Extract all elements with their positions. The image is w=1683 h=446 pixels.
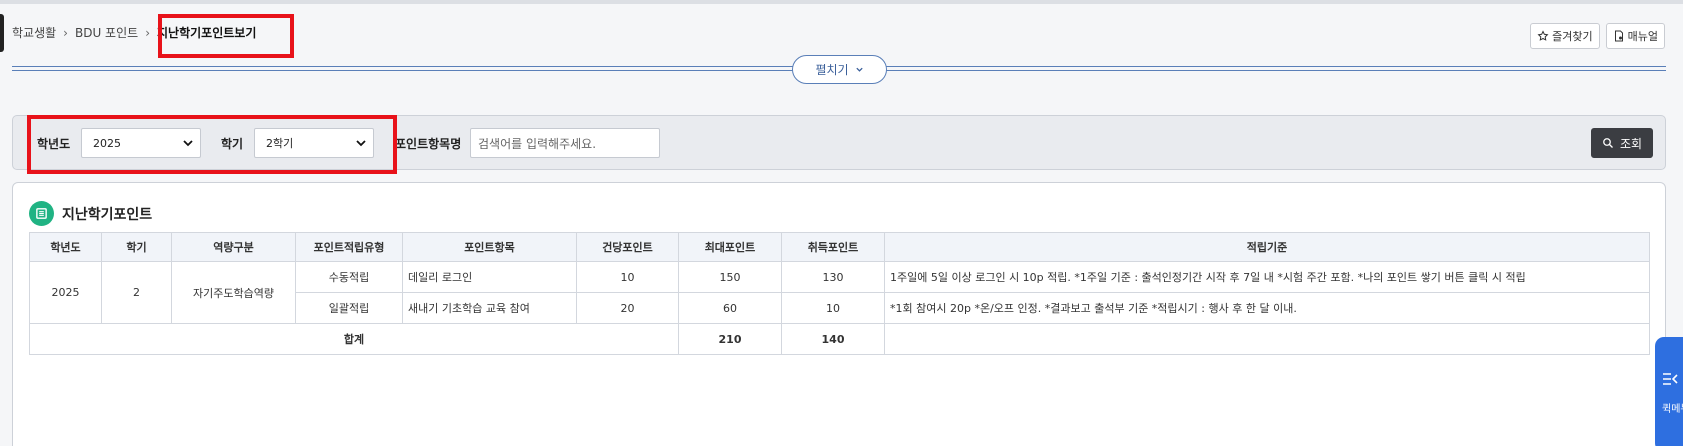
- points-table: 학년도 학기 역량구분 포인트적립유형 포인트항목 건당포인트 최대포인트 취득…: [29, 232, 1650, 355]
- col-header-year: 학년도: [29, 232, 102, 262]
- cell-type: 수동적립: [295, 261, 403, 293]
- cell-criteria: 1주일에 5일 이상 로그인 시 10p 적립. *1주일 기준 : 출석인정기…: [884, 261, 1650, 293]
- cell-criteria: *1회 참여시 20p *온/오프 인정. *결과보고 출석부 기준 *적립시기…: [884, 292, 1650, 324]
- top-actions: 즐겨찾기 매뉴얼: [1530, 23, 1665, 49]
- quick-menu-label: 퀵메뉴: [1662, 404, 1683, 415]
- star-icon: [1537, 30, 1549, 41]
- cell-semester: 2: [101, 261, 172, 324]
- col-header-item: 포인트항목: [402, 232, 577, 262]
- expand-label: 펼치기: [815, 63, 849, 77]
- col-header-per-point: 건당포인트: [576, 232, 679, 262]
- breadcrumb-item-school-life[interactable]: 학교생활: [12, 24, 56, 41]
- cell-per-point: 10: [576, 261, 679, 293]
- table-header-row: 학년도 학기 역량구분 포인트적립유형 포인트항목 건당포인트 최대포인트 취득…: [29, 232, 1650, 262]
- chevron-right-icon: ›: [63, 25, 68, 40]
- col-header-earned: 취득포인트: [781, 232, 885, 262]
- point-item-search-input[interactable]: 검색어를 입력해주세요.: [470, 128, 660, 158]
- cell-max-point: 150: [678, 261, 782, 293]
- cell-competency: 자기주도학습역량: [171, 261, 296, 324]
- table-total-row: 합계 210 140: [29, 323, 1650, 355]
- last-semester-points-card: 지난학기포인트 학년도 학기 역량구분 포인트적립유형 포인트항목 건당포인트 …: [12, 182, 1666, 446]
- chevron-down-icon: [855, 67, 863, 72]
- document-gear-icon: [1614, 30, 1623, 42]
- cell-item: 데일리 로그인: [402, 261, 577, 293]
- search-button-label: 조회: [1619, 136, 1643, 151]
- col-header-semester: 학기: [101, 232, 172, 262]
- favorite-button[interactable]: 즐겨찾기: [1530, 23, 1600, 49]
- book-icon: [29, 201, 54, 226]
- card-header: 지난학기포인트: [29, 201, 152, 226]
- quick-menu-button[interactable]: 퀵메뉴: [1655, 337, 1683, 446]
- point-item-label: 포인트항목명: [395, 137, 462, 151]
- total-label: 합계: [29, 323, 679, 355]
- cell-type: 일괄적립: [295, 292, 403, 324]
- cell-per-point: 20: [576, 292, 679, 324]
- breadcrumb-item-bdu-point[interactable]: BDU 포인트: [75, 24, 138, 41]
- col-header-type: 포인트적립유형: [295, 232, 403, 262]
- cell-earned: 130: [781, 261, 885, 293]
- col-header-competency: 역량구분: [171, 232, 296, 262]
- total-criteria-empty: [884, 323, 1650, 355]
- total-earned: 140: [781, 323, 885, 355]
- search-icon: [1603, 138, 1613, 148]
- cell-item: 새내기 기초학습 교육 참여: [402, 292, 577, 324]
- search-button[interactable]: 조회: [1591, 128, 1653, 158]
- favorite-label: 즐겨찾기: [1552, 30, 1593, 43]
- highlight-box-filter: [27, 115, 397, 174]
- manual-label: 매뉴얼: [1627, 30, 1658, 43]
- menu-collapse-icon: [1663, 373, 1678, 385]
- cell-year: 2025: [29, 261, 102, 324]
- expand-button[interactable]: 펼치기: [792, 55, 887, 84]
- left-tab-marker: [0, 14, 4, 52]
- col-header-criteria: 적립기준: [884, 232, 1650, 262]
- cell-max-point: 60: [678, 292, 782, 324]
- card-title: 지난학기포인트: [62, 206, 153, 223]
- col-header-max-point: 최대포인트: [678, 232, 782, 262]
- manual-button[interactable]: 매뉴얼: [1605, 23, 1665, 49]
- total-max-point: 210: [678, 323, 782, 355]
- chevron-right-icon: ›: [145, 25, 150, 40]
- table-row: 2025 2 자기주도학습역량 수동적립 데일리 로그인 10 150 130 …: [29, 261, 1650, 324]
- cell-earned: 10: [781, 292, 885, 324]
- top-border: [0, 0, 1683, 4]
- highlight-box-title: [158, 14, 294, 58]
